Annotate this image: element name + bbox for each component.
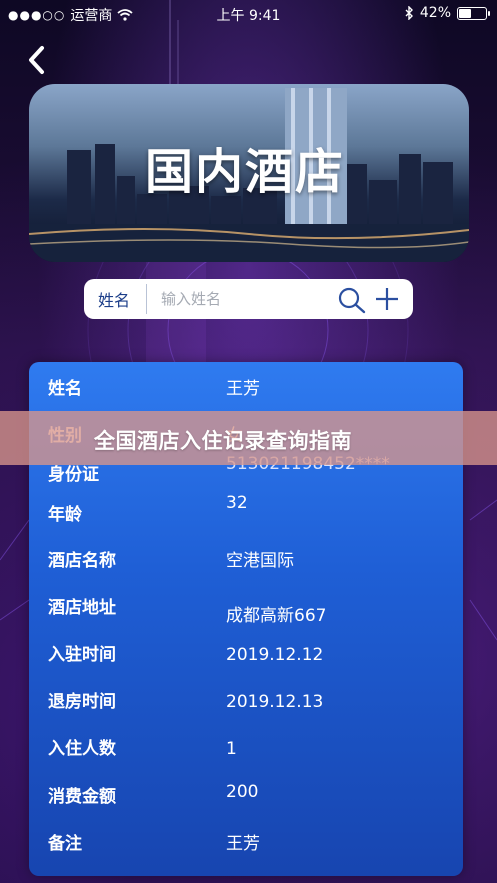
detail-value: 200	[226, 782, 259, 802]
search-divider	[146, 284, 147, 314]
status-bar: ●●●○○ 运营商 上午 9:41 42%	[0, 0, 497, 28]
chevron-left-icon	[29, 46, 44, 74]
search-field-selector[interactable]: 姓名	[84, 287, 146, 311]
banner-title: 国内酒店	[145, 144, 346, 200]
search-bar: 姓名	[84, 279, 413, 319]
detail-value: 2019.12.12	[226, 645, 324, 665]
detail-row: 酒店地址 成都高新667	[29, 593, 463, 626]
battery-level	[459, 8, 471, 18]
detail-label: 入驻时间	[48, 645, 116, 665]
detail-value: 空港国际	[226, 551, 294, 571]
battery-percent: 42%	[419, 5, 451, 21]
detail-value: 成都高新667	[226, 606, 327, 626]
headline-overlay: 全国酒店入住记录查询指南	[0, 411, 497, 465]
detail-label: 酒店名称	[48, 551, 116, 571]
detail-row: 入住人数 1	[29, 734, 463, 764]
detail-row: 酒店名称 空港国际	[29, 546, 463, 576]
add-icon[interactable]	[375, 287, 399, 311]
back-button[interactable]	[22, 40, 54, 80]
detail-label: 年龄	[48, 505, 82, 525]
detail-value: 32	[226, 493, 248, 513]
detail-row: 备注 王芳	[29, 829, 463, 859]
detail-label: 退房时间	[48, 692, 116, 712]
detail-row: 退房时间 2019.12.13	[29, 687, 463, 717]
bluetooth-icon	[405, 6, 413, 20]
status-right: 42%	[405, 5, 490, 21]
search-input[interactable]	[161, 290, 321, 308]
detail-value: 王芳	[226, 379, 260, 399]
detail-label: 消费金额	[48, 787, 116, 807]
detail-row: 姓名 王芳	[29, 374, 463, 404]
battery-icon	[457, 6, 490, 20]
detail-value: 1	[226, 739, 237, 759]
search-icon[interactable]	[337, 286, 367, 314]
detail-label: 备注	[48, 834, 82, 854]
detail-value: 王芳	[226, 834, 260, 854]
detail-label: 酒店地址	[48, 598, 116, 618]
headline-text: 全国酒店入住记录查询指南	[94, 429, 352, 453]
detail-row: 年龄 32	[29, 493, 463, 528]
detail-label: 姓名	[48, 379, 82, 399]
detail-label: 入住人数	[48, 739, 116, 759]
detail-row: 消费金额 200	[29, 782, 463, 812]
detail-row: 入驻时间 2019.12.12	[29, 640, 463, 670]
hero-banner: 国内酒店	[29, 84, 469, 262]
detail-value: 2019.12.13	[226, 692, 324, 712]
